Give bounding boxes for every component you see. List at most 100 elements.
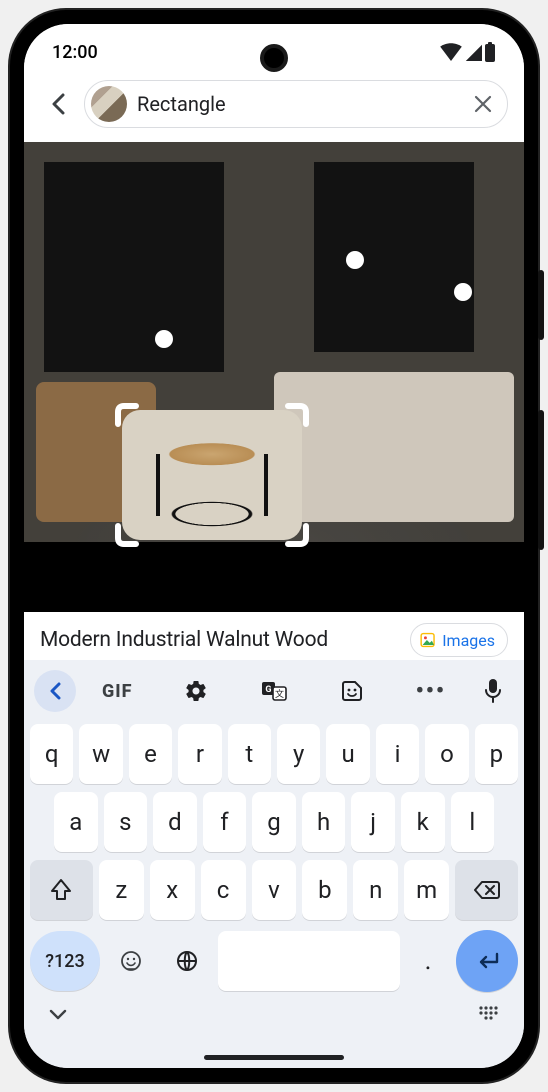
key-h[interactable]: h xyxy=(302,792,346,852)
gif-button[interactable]: GIF xyxy=(80,670,154,712)
results-sheet[interactable]: Modern Industrial Walnut Wood Images xyxy=(24,612,524,660)
image-icon xyxy=(419,631,436,649)
backspace-icon xyxy=(473,879,501,901)
svg-text:文: 文 xyxy=(275,688,284,700)
kbd-back-button[interactable] xyxy=(34,670,76,712)
key-f[interactable]: f xyxy=(203,792,247,852)
keyboard-modes-button[interactable] xyxy=(478,1005,500,1025)
crop-handle-bl[interactable] xyxy=(114,518,144,548)
key-row-3: z x c v b n m xyxy=(30,860,518,920)
key-l[interactable]: l xyxy=(451,792,495,852)
key-i[interactable]: i xyxy=(376,724,419,784)
key-m[interactable]: m xyxy=(404,860,449,920)
gear-icon xyxy=(184,679,208,703)
crop-handle-br[interactable] xyxy=(280,518,310,548)
gif-label: GIF xyxy=(102,681,132,702)
emoji-key[interactable] xyxy=(106,931,156,991)
chevron-left-icon xyxy=(49,682,61,700)
emoji-icon xyxy=(120,950,142,972)
object-dot[interactable] xyxy=(346,251,364,269)
clear-search-button[interactable] xyxy=(469,90,497,118)
close-icon xyxy=(473,94,493,114)
lens-viewer[interactable] xyxy=(24,142,524,612)
key-row-1: q w e r t y u i o p xyxy=(30,724,518,784)
crop-handle-tl[interactable] xyxy=(114,402,144,432)
images-chip-label: Images xyxy=(442,631,495,650)
key-v[interactable]: v xyxy=(252,860,297,920)
keyboard-footer xyxy=(30,992,518,1038)
key-e[interactable]: e xyxy=(129,724,172,784)
settings-button[interactable] xyxy=(158,670,232,712)
search-thumbnail xyxy=(91,86,127,122)
battery-icon xyxy=(484,42,496,62)
translate-icon: G文 xyxy=(261,679,287,703)
cell-signal-icon xyxy=(464,43,482,61)
chevron-down-icon xyxy=(48,1007,68,1021)
selection-crop[interactable] xyxy=(122,410,302,540)
key-b[interactable]: b xyxy=(302,860,347,920)
key-r[interactable]: r xyxy=(178,724,221,784)
more-button[interactable]: ••• xyxy=(394,670,468,712)
key-t[interactable]: t xyxy=(228,724,271,784)
enter-key[interactable] xyxy=(456,930,518,992)
period-key[interactable]: . xyxy=(406,931,450,991)
key-y[interactable]: y xyxy=(277,724,320,784)
nav-handle[interactable] xyxy=(204,1055,344,1060)
keyboard: GIF G文 ••• q w e r t xyxy=(24,660,524,1068)
object-dot[interactable] xyxy=(454,283,472,301)
globe-icon xyxy=(175,949,199,973)
screen: 12:00 Rectangle xyxy=(24,24,524,1068)
key-o[interactable]: o xyxy=(425,724,468,784)
more-icon: ••• xyxy=(416,679,446,704)
collapse-keyboard-button[interactable] xyxy=(48,1006,68,1025)
language-key[interactable] xyxy=(162,931,212,991)
key-row-2: a s d f g h j k l xyxy=(30,792,518,852)
key-z[interactable]: z xyxy=(99,860,144,920)
search-header: Rectangle xyxy=(24,80,524,142)
phone-frame: 12:00 Rectangle xyxy=(10,10,538,1082)
grid-icon xyxy=(478,1005,500,1021)
back-button[interactable] xyxy=(40,86,76,122)
key-n[interactable]: n xyxy=(353,860,398,920)
key-p[interactable]: p xyxy=(475,724,518,784)
key-u[interactable]: u xyxy=(326,724,369,784)
search-pill[interactable]: Rectangle xyxy=(84,80,508,128)
key-a[interactable]: a xyxy=(54,792,98,852)
key-c[interactable]: c xyxy=(201,860,246,920)
symbols-key[interactable]: ?123 xyxy=(30,931,100,991)
key-x[interactable]: x xyxy=(150,860,195,920)
sticker-icon xyxy=(340,679,364,703)
key-j[interactable]: j xyxy=(351,792,395,852)
mic-icon xyxy=(484,678,502,704)
result-title: Modern Industrial Walnut Wood xyxy=(40,628,328,652)
mic-button[interactable] xyxy=(472,670,514,712)
object-dot[interactable] xyxy=(155,330,173,348)
enter-icon xyxy=(473,950,501,972)
key-q[interactable]: q xyxy=(30,724,73,784)
svg-text:G: G xyxy=(265,685,271,695)
sticker-button[interactable] xyxy=(315,670,389,712)
wifi-icon xyxy=(440,43,462,61)
key-k[interactable]: k xyxy=(401,792,445,852)
search-query-text: Rectangle xyxy=(137,92,459,116)
crop-handle-tr[interactable] xyxy=(280,402,310,432)
status-icons xyxy=(440,42,496,62)
clock: 12:00 xyxy=(52,42,98,63)
backspace-key[interactable] xyxy=(455,860,518,920)
translate-button[interactable]: G文 xyxy=(237,670,311,712)
shift-icon xyxy=(50,878,72,902)
keyboard-toolbar: GIF G文 ••• xyxy=(30,666,518,716)
shift-key[interactable] xyxy=(30,860,93,920)
images-filter-chip[interactable]: Images xyxy=(410,623,508,657)
key-g[interactable]: g xyxy=(252,792,296,852)
key-row-bottom: ?123 . xyxy=(30,930,518,992)
chevron-left-icon xyxy=(51,93,65,115)
side-button xyxy=(538,410,544,550)
selection-preview xyxy=(122,410,302,540)
side-button xyxy=(538,270,544,340)
key-d[interactable]: d xyxy=(153,792,197,852)
key-w[interactable]: w xyxy=(79,724,122,784)
spacebar-key[interactable] xyxy=(218,931,400,991)
front-camera xyxy=(260,44,288,72)
key-s[interactable]: s xyxy=(104,792,148,852)
